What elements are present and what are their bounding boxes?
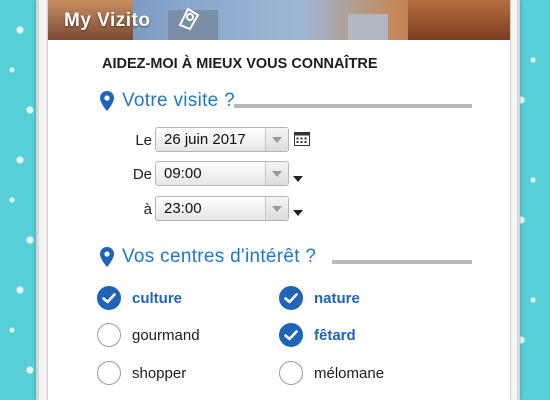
dropdown-arrow-icon: [265, 128, 288, 151]
end-time-select[interactable]: 23:00: [155, 196, 289, 221]
unchecked-checkbox-icon[interactable]: [97, 323, 121, 347]
unchecked-checkbox-icon[interactable]: [97, 361, 121, 385]
date-value: 26 juin 2017: [164, 131, 246, 148]
to-label: à: [143, 201, 152, 218]
start-time-select[interactable]: 09:00: [155, 161, 289, 186]
checked-checkbox-icon[interactable]: [279, 323, 303, 347]
end-time-value: 23:00: [164, 200, 202, 217]
dropdown-arrow-icon: [265, 197, 288, 220]
start-time-caret-icon[interactable]: [293, 176, 303, 182]
end-time-caret-icon[interactable]: [293, 210, 303, 216]
date-select[interactable]: 26 juin 2017: [155, 127, 289, 152]
location-pin-icon: [100, 91, 114, 111]
unchecked-checkbox-icon[interactable]: [279, 361, 303, 385]
interest-label: mélomane: [314, 364, 385, 382]
interest-option-culture[interactable]: culture: [97, 286, 182, 310]
date-label: Le: [135, 132, 152, 149]
visit-section-title: Votre visite ?: [100, 90, 235, 112]
checked-checkbox-icon[interactable]: [97, 286, 121, 310]
phone-frame: My Vizito AIDEZ-MOI À MIEUX VOUS CONNAÎT…: [36, 0, 520, 400]
interest-label: gourmand: [132, 326, 200, 344]
checked-checkbox-icon[interactable]: [279, 286, 303, 310]
interest-label: fêtard: [314, 326, 356, 344]
map-pin-logo-icon: [178, 7, 200, 31]
interests-section-title: Vos centres d'intérêt ?: [100, 246, 316, 268]
interest-option-nature[interactable]: nature: [279, 286, 360, 310]
section-divider: [234, 104, 472, 108]
from-label: De: [132, 166, 152, 183]
header-banner: My Vizito: [48, 0, 510, 40]
interest-label: nature: [314, 289, 360, 307]
app-screen: My Vizito AIDEZ-MOI À MIEUX VOUS CONNAÎT…: [47, 0, 511, 400]
interest-option-gourmand[interactable]: gourmand: [97, 323, 200, 347]
page-heading: AIDEZ-MOI À MIEUX VOUS CONNAÎTRE: [102, 56, 378, 72]
start-time-value: 09:00: [164, 165, 202, 182]
interest-label: shopper: [132, 364, 187, 382]
interest-label: culture: [132, 289, 183, 307]
dropdown-arrow-icon: [265, 162, 288, 185]
location-pin-icon: [100, 247, 114, 267]
interest-option-mélomane[interactable]: mélomane: [279, 361, 384, 385]
interest-option-shopper[interactable]: shopper: [97, 361, 186, 385]
calendar-icon[interactable]: [294, 131, 310, 146]
app-logo: My Vizito: [64, 10, 151, 31]
section-divider: [332, 260, 472, 264]
interest-option-fêtard[interactable]: fêtard: [279, 323, 356, 347]
